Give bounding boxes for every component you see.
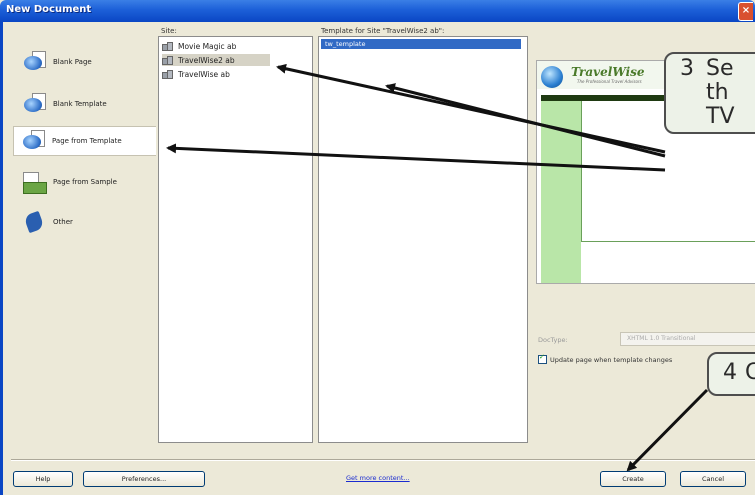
globe-icon — [541, 66, 563, 88]
nav-item-label: Page from Template — [52, 137, 122, 145]
preview-logo: TravelWise — [571, 65, 645, 79]
template-item-selected[interactable]: tw_template — [321, 39, 521, 49]
nav-item-blank-template[interactable]: Blank Template — [21, 90, 151, 118]
page-from-template-icon — [20, 129, 46, 153]
nav-item-label: Blank Template — [53, 100, 107, 108]
preview-sidebar — [541, 101, 581, 283]
help-button[interactable]: Help — [13, 471, 73, 487]
cancel-button[interactable]: Cancel — [680, 471, 746, 487]
other-icon — [21, 210, 47, 234]
site-item-travelwise[interactable]: TravelWise ab — [162, 68, 230, 80]
nav-item-page-from-sample[interactable]: Page from Sample — [21, 168, 151, 196]
nav-item-label: Page from Sample — [53, 178, 117, 186]
create-button[interactable]: Create — [600, 471, 666, 487]
site-item-movie-magic[interactable]: Movie Magic ab — [162, 40, 236, 52]
dialog-body: Blank Page Blank Template Page from Temp… — [0, 22, 755, 495]
nav-item-label: Other — [53, 218, 73, 226]
page-from-sample-icon — [21, 170, 47, 194]
close-icon: × — [741, 5, 751, 16]
nav-item-page-from-template[interactable]: Page from Template — [13, 126, 156, 156]
footer-separator — [11, 459, 755, 461]
doctype-label: DocType: — [538, 336, 568, 344]
close-button[interactable]: × — [738, 2, 753, 21]
preview-tagline: The Professional Travel Advisors — [577, 79, 642, 84]
checkbox-icon — [538, 353, 547, 364]
site-label: Site: — [161, 27, 177, 35]
template-label: Template for Site "TravelWise2 ab": — [321, 27, 445, 35]
preferences-button[interactable]: Preferences... — [83, 471, 205, 487]
callout-step-number: 4 — [723, 360, 737, 385]
doctype-select[interactable]: XHTML 1.0 Transitional — [620, 332, 755, 346]
nav-item-blank-page[interactable]: Blank Page — [21, 48, 151, 76]
nav-item-label: Blank Page — [53, 58, 92, 66]
callout-step-number: 3 — [680, 56, 694, 81]
window-title: New Document — [6, 4, 92, 15]
update-page-label: Update page when template changes — [550, 355, 673, 364]
category-list: Blank Page Blank Template Page from Temp… — [3, 22, 156, 442]
template-list[interactable]: tw_template — [318, 36, 528, 443]
update-page-checkbox[interactable]: Update page when template changes — [538, 353, 673, 364]
callout-step-4: 4 Cl — [707, 352, 755, 396]
title-bar: New Document × — [0, 0, 755, 22]
site-item-travelwise2[interactable]: TravelWise2 ab — [162, 54, 270, 66]
get-more-content-link[interactable]: Get more content... — [346, 474, 410, 482]
nav-item-other[interactable]: Other — [21, 208, 151, 236]
site-icon — [162, 55, 173, 65]
callout-step-3: 3 Se th TV — [664, 52, 755, 134]
site-icon — [162, 41, 173, 51]
site-icon — [162, 69, 173, 79]
blank-page-icon — [21, 50, 47, 74]
blank-template-icon — [21, 92, 47, 116]
site-list[interactable]: Movie Magic ab TravelWise2 ab TravelWise… — [158, 36, 313, 443]
